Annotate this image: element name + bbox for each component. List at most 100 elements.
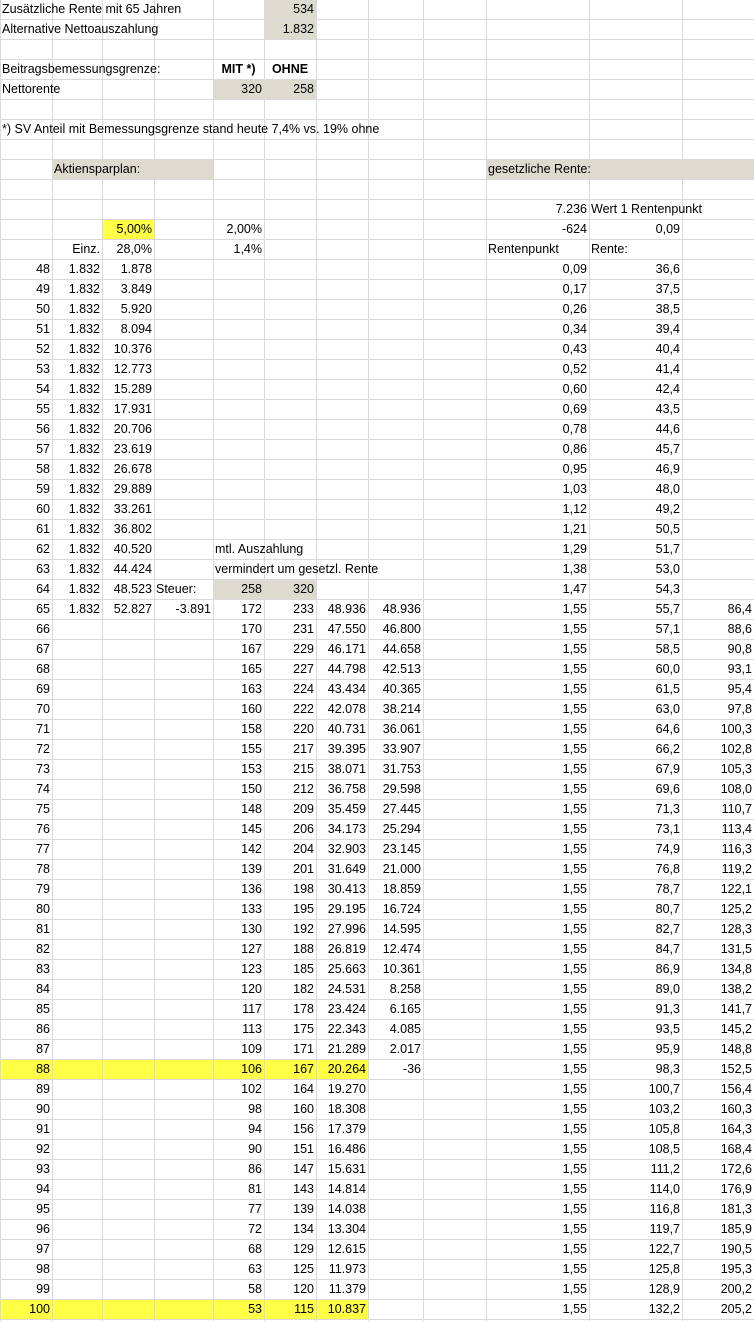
kapital-mit-cell[interactable]: 40.731 (316, 720, 368, 739)
rente-cell[interactable]: 82,7 (589, 920, 682, 939)
rente-cell[interactable]: 44,6 (589, 420, 682, 439)
age-cell[interactable]: 90 (0, 1100, 52, 1119)
rente-cell[interactable]: 114,0 (589, 1180, 682, 1199)
einzahlung-cell[interactable]: 1.832 (52, 520, 102, 539)
kapital-mit-cell[interactable]: 12.615 (316, 1240, 368, 1259)
rentenpunkt-cell[interactable]: 1,21 (486, 520, 589, 539)
kapital-cell[interactable]: 5.920 (102, 300, 154, 319)
rente-cell[interactable]: 103,2 (589, 1100, 682, 1119)
kapital-ohne-cell[interactable]: 16.724 (368, 900, 423, 919)
rente-cell[interactable]: 93,5 (589, 1020, 682, 1039)
kapital-ohne-cell[interactable]: 18.859 (368, 880, 423, 899)
mtl-mit-cell[interactable]: 130 (213, 920, 264, 939)
kapital-mit-cell[interactable]: 17.379 (316, 1120, 368, 1139)
rente-cell[interactable]: 74,9 (589, 840, 682, 859)
kapital-ohne-cell[interactable]: 31.753 (368, 760, 423, 779)
age-cell[interactable]: 67 (0, 640, 52, 659)
rente-zusatz-cell[interactable]: 119,2 (682, 860, 754, 879)
rente-zusatz-cell[interactable]: 172,6 (682, 1160, 754, 1179)
mtl-mit-cell[interactable]: 172 (213, 600, 264, 619)
rentenpunkt-cell[interactable]: 1,55 (486, 1240, 589, 1259)
kapital-cell[interactable]: 8.094 (102, 320, 154, 339)
kapital-mit-cell[interactable]: 46.171 (316, 640, 368, 659)
age-cell[interactable]: 83 (0, 960, 52, 979)
kapital-cell[interactable]: 17.931 (102, 400, 154, 419)
kapital-ohne-cell[interactable]: 12.474 (368, 940, 423, 959)
mtl-ohne-cell[interactable]: 125 (264, 1260, 316, 1279)
mtl-mit-cell[interactable]: 160 (213, 700, 264, 719)
einzahlung-cell[interactable]: 1.832 (52, 340, 102, 359)
mtl-mit-cell[interactable]: 77 (213, 1200, 264, 1219)
value-rate-3[interactable]: 1,4% (213, 240, 264, 259)
age-cell[interactable]: 69 (0, 680, 52, 699)
age-cell[interactable]: 77 (0, 840, 52, 859)
rentenpunkt-cell[interactable]: 1,55 (486, 680, 589, 699)
mtl-mit-cell[interactable]: 63 (213, 1260, 264, 1279)
mtl-ohne-cell[interactable]: 175 (264, 1020, 316, 1039)
value-rate[interactable]: 5,00% (102, 220, 154, 239)
rente-cell[interactable]: 128,9 (589, 1280, 682, 1299)
kapital-mit-cell[interactable]: 27.996 (316, 920, 368, 939)
value-zusaetzliche-rente[interactable]: 534 (264, 0, 316, 19)
age-cell[interactable]: 81 (0, 920, 52, 939)
kapital-mit-cell[interactable]: 24.531 (316, 980, 368, 999)
age-cell[interactable]: 60 (0, 500, 52, 519)
age-cell[interactable]: 55 (0, 400, 52, 419)
kapital-ohne-cell[interactable]: -36 (368, 1060, 423, 1079)
rente-zusatz-cell[interactable]: 156,4 (682, 1080, 754, 1099)
age-cell[interactable]: 56 (0, 420, 52, 439)
value-wert-amount[interactable]: 7.236 (486, 200, 589, 219)
rentenpunkt-cell[interactable]: 1,55 (486, 1020, 589, 1039)
age-cell[interactable]: 91 (0, 1120, 52, 1139)
rentenpunkt-cell[interactable]: 1,55 (486, 1200, 589, 1219)
rente-cell[interactable]: 132,2 (589, 1300, 682, 1319)
mtl-mit-cell[interactable]: 158 (213, 720, 264, 739)
kapital-ohne-cell[interactable]: 27.445 (368, 800, 423, 819)
rentenpunkt-cell[interactable]: 1,03 (486, 480, 589, 499)
rentenpunkt-cell[interactable]: 0,60 (486, 380, 589, 399)
rentenpunkt-cell[interactable]: 1,55 (486, 700, 589, 719)
einzahlung-cell[interactable]: 1.832 (52, 420, 102, 439)
mtl-ohne-cell[interactable]: 195 (264, 900, 316, 919)
mtl-mit-cell[interactable]: 153 (213, 760, 264, 779)
mtl-ohne-cell[interactable]: 192 (264, 920, 316, 939)
mtl-mit-cell[interactable]: 148 (213, 800, 264, 819)
value-steuer-ohne[interactable]: 320 (264, 580, 316, 599)
age-cell[interactable]: 72 (0, 740, 52, 759)
rentenpunkt-cell[interactable]: 1,55 (486, 1000, 589, 1019)
mtl-ohne-cell[interactable]: 212 (264, 780, 316, 799)
age-cell[interactable]: 57 (0, 440, 52, 459)
header-ohne[interactable]: OHNE (264, 60, 316, 79)
kapital-mit-cell[interactable]: 44.798 (316, 660, 368, 679)
mtl-mit-cell[interactable]: 86 (213, 1160, 264, 1179)
rentenpunkt-cell[interactable]: 1,55 (486, 720, 589, 739)
rentenpunkt-cell[interactable]: 0,95 (486, 460, 589, 479)
mtl-mit-cell[interactable]: 117 (213, 1000, 264, 1019)
kapital-ohne-cell[interactable]: 33.907 (368, 740, 423, 759)
age-cell[interactable]: 88 (0, 1060, 52, 1079)
kapital-ohne-cell[interactable]: 46.800 (368, 620, 423, 639)
mtl-ohne-cell[interactable]: 206 (264, 820, 316, 839)
rente-cell[interactable]: 64,6 (589, 720, 682, 739)
rentenpunkt-cell[interactable]: 1,55 (486, 1220, 589, 1239)
rente-zusatz-cell[interactable]: 125,2 (682, 900, 754, 919)
rentenpunkt-cell[interactable]: 1,55 (486, 900, 589, 919)
mtl-mit-cell[interactable]: 170 (213, 620, 264, 639)
mtl-mit-cell[interactable]: 94 (213, 1120, 264, 1139)
rente-cell[interactable]: 108,5 (589, 1140, 682, 1159)
kapital-cell[interactable]: 23.619 (102, 440, 154, 459)
rente-zusatz-cell[interactable]: 88,6 (682, 620, 754, 639)
mtl-mit-cell[interactable]: 98 (213, 1100, 264, 1119)
mtl-ohne-cell[interactable]: 164 (264, 1080, 316, 1099)
mtl-ohne-cell[interactable]: 215 (264, 760, 316, 779)
kapital-mit-cell[interactable]: 11.973 (316, 1260, 368, 1279)
rentenpunkt-cell[interactable]: 0,34 (486, 320, 589, 339)
mtl-ohne-cell[interactable]: 115 (264, 1300, 316, 1319)
kapital-mit-cell[interactable]: 18.308 (316, 1100, 368, 1119)
gesetzliche-rente-title[interactable]: gesetzliche Rente: (486, 160, 754, 179)
mtl-mit-cell[interactable]: 123 (213, 960, 264, 979)
mtl-mit-cell[interactable]: 136 (213, 880, 264, 899)
rentenpunkt-cell[interactable]: 0,43 (486, 340, 589, 359)
rentenpunkt-cell[interactable]: 1,55 (486, 860, 589, 879)
kapital-mit-cell[interactable]: 35.459 (316, 800, 368, 819)
